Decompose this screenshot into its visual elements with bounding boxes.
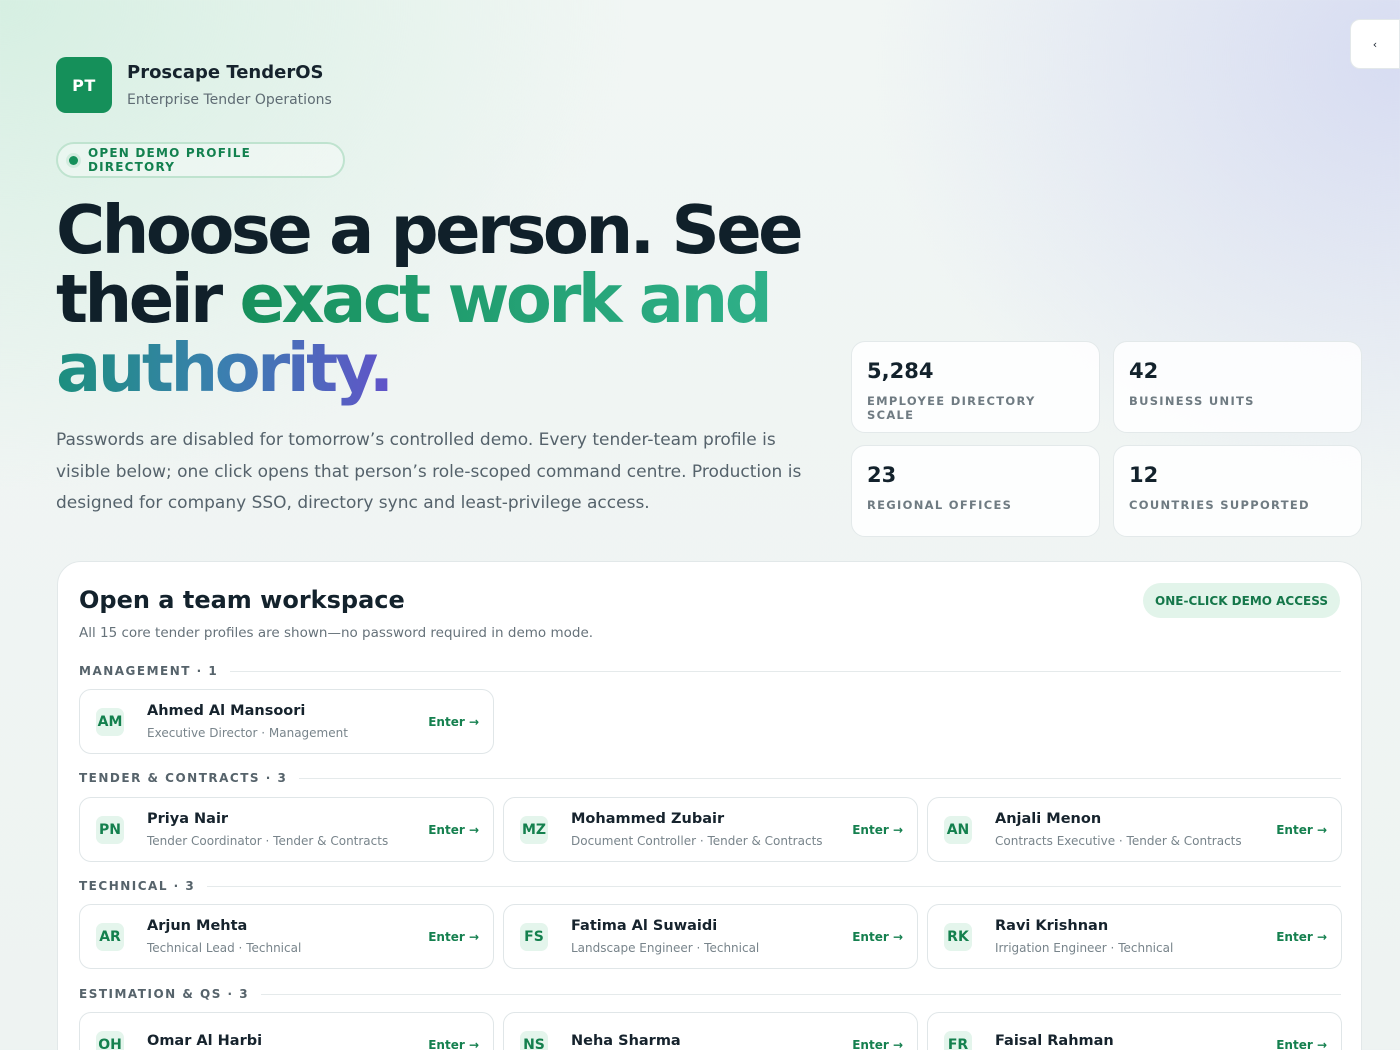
stat-label: EMPLOYEE DIRECTORY SCALE [867,394,1036,422]
profile-name: Ahmed Al Mansoori [147,703,306,719]
profile-card[interactable]: NS Neha Sharma Enter → [503,1012,918,1050]
profile-name: Ravi Krishnan [995,918,1109,934]
profile-card[interactable]: RK Ravi Krishnan Irrigation Engineer · T… [927,904,1342,969]
panel-title: Open a team workspace [79,586,405,614]
pill-label: OPEN DEMO PROFILE DIRECTORY [87,146,252,174]
directory-pill: OPEN DEMO PROFILE DIRECTORY [56,142,345,178]
stat-card: 42 BUSINESS UNITS [1113,341,1362,433]
profile-name: Neha Sharma [571,1033,681,1049]
group-row-estimation-qs: OH Omar Al Harbi Enter → NS Neha Sharma … [79,1012,1342,1050]
group-heading-technical: TECHNICAL · 3 [79,879,1341,893]
profile-role: Technical Lead · Technical [147,941,302,955]
stat-value: 42 [1129,359,1159,383]
status-dot-icon [69,155,78,165]
stat-label: REGIONAL OFFICES [867,498,1013,512]
profile-card[interactable]: FS Fatima Al Suwaidi Landscape Engineer … [503,904,918,969]
stat-card: 5,284 EMPLOYEE DIRECTORY SCALE [851,341,1100,433]
group-heading-tender-contracts: TENDER & CONTRACTS · 3 [79,771,1341,785]
stat-value: 12 [1129,463,1159,487]
stat-value: 23 [867,463,897,487]
enter-link[interactable]: Enter → [428,1038,479,1050]
profile-role: Tender Coordinator · Tender & Contracts [147,834,389,848]
enter-link[interactable]: Enter → [428,930,479,944]
intro-text: Passwords are disabled for tomorrow’s co… [56,430,802,513]
profile-name: Fatima Al Suwaidi [571,918,718,934]
demo-access-badge: ONE-CLICK DEMO ACCESS [1143,583,1340,618]
headline-part2: exact work and [239,260,773,338]
avatar: FS [520,922,548,951]
avatar: OH [96,1030,124,1050]
profile-name: Priya Nair [147,811,229,827]
stat-label: COUNTRIES SUPPORTED [1129,498,1310,512]
profile-role: Irrigation Engineer · Technical [995,941,1174,955]
avatar: MZ [520,815,548,844]
panel-subtitle: All 15 core tender profiles are shown—no… [79,625,594,641]
profile-name: Faisal Rahman [995,1033,1114,1049]
enter-link[interactable]: Enter → [428,715,479,729]
stat-label: BUSINESS UNITS [1129,394,1255,408]
profile-role: Landscape Engineer · Technical [571,941,760,955]
avatar: PN [96,815,124,844]
profile-name: Mohammed Zubair [571,811,725,827]
stat-value: 5,284 [867,359,934,383]
group-label: MANAGEMENT · 1 [79,664,219,678]
profile-role: Document Controller · Tender & Contracts [571,834,823,848]
profile-card[interactable]: AR Arjun Mehta Technical Lead · Technica… [79,904,494,969]
collapse-button[interactable]: ‹ [1350,19,1400,69]
enter-link[interactable]: Enter → [852,823,903,837]
avatar: AN [944,815,972,844]
profile-card[interactable]: FR Faisal Rahman Enter → [927,1012,1342,1050]
profile-role: Executive Director · Management [147,726,348,740]
profile-card[interactable]: AN Anjali Menon Contracts Executive · Te… [927,797,1342,862]
profile-name: Arjun Mehta [147,918,248,934]
enter-link[interactable]: Enter → [428,823,479,837]
avatar: FR [944,1030,972,1050]
group-heading-estimation-qs: ESTIMATION & QS · 3 [79,987,1341,1001]
enter-link[interactable]: Enter → [852,930,903,944]
brand-subtitle: Enterprise Tender Operations [127,92,332,108]
stat-card: 12 COUNTRIES SUPPORTED [1113,445,1362,537]
profile-card[interactable]: AM Ahmed Al Mansoori Executive Director … [79,689,494,754]
group-label: TENDER & CONTRACTS · 3 [79,771,288,785]
group-row-management: AM Ahmed Al Mansoori Executive Director … [79,689,1342,754]
avatar: RK [944,922,972,951]
brand: PT Proscape TenderOS Enterprise Tender O… [56,57,332,113]
profile-card[interactable]: MZ Mohammed Zubair Document Controller ·… [503,797,918,862]
team-workspace-panel: Open a team workspace All 15 core tender… [57,561,1362,1050]
profile-name: Omar Al Harbi [147,1033,263,1049]
brand-logo: PT [56,57,112,113]
enter-link[interactable]: Enter → [1276,823,1327,837]
enter-link[interactable]: Enter → [852,1038,903,1050]
stats-grid: 5,284 EMPLOYEE DIRECTORY SCALE 42 BUSINE… [851,341,1362,537]
avatar: AM [96,707,124,736]
brand-name: Proscape TenderOS [127,62,324,83]
enter-link[interactable]: Enter → [1276,1038,1327,1050]
group-row-technical: AR Arjun Mehta Technical Lead · Technica… [79,904,1342,969]
profile-role: Contracts Executive · Tender & Contracts [995,834,1242,848]
profile-card[interactable]: OH Omar Al Harbi Enter → [79,1012,494,1050]
avatar: NS [520,1030,548,1050]
group-label: ESTIMATION & QS · 3 [79,987,250,1001]
avatar: AR [96,922,124,951]
headline-part3: authority. [56,329,394,407]
chevron-left-icon: ‹ [1372,37,1378,51]
group-row-tender-contracts: PN Priya Nair Tender Coordinator · Tende… [79,797,1342,862]
enter-link[interactable]: Enter → [1276,930,1327,944]
profile-name: Anjali Menon [995,811,1102,827]
group-label: TECHNICAL · 3 [79,879,196,893]
profile-card[interactable]: PN Priya Nair Tender Coordinator · Tende… [79,797,494,862]
stat-card: 23 REGIONAL OFFICES [851,445,1100,537]
page-headline: Choose a person. See their exact work an… [56,196,836,403]
group-heading-management: MANAGEMENT · 1 [79,664,1341,678]
